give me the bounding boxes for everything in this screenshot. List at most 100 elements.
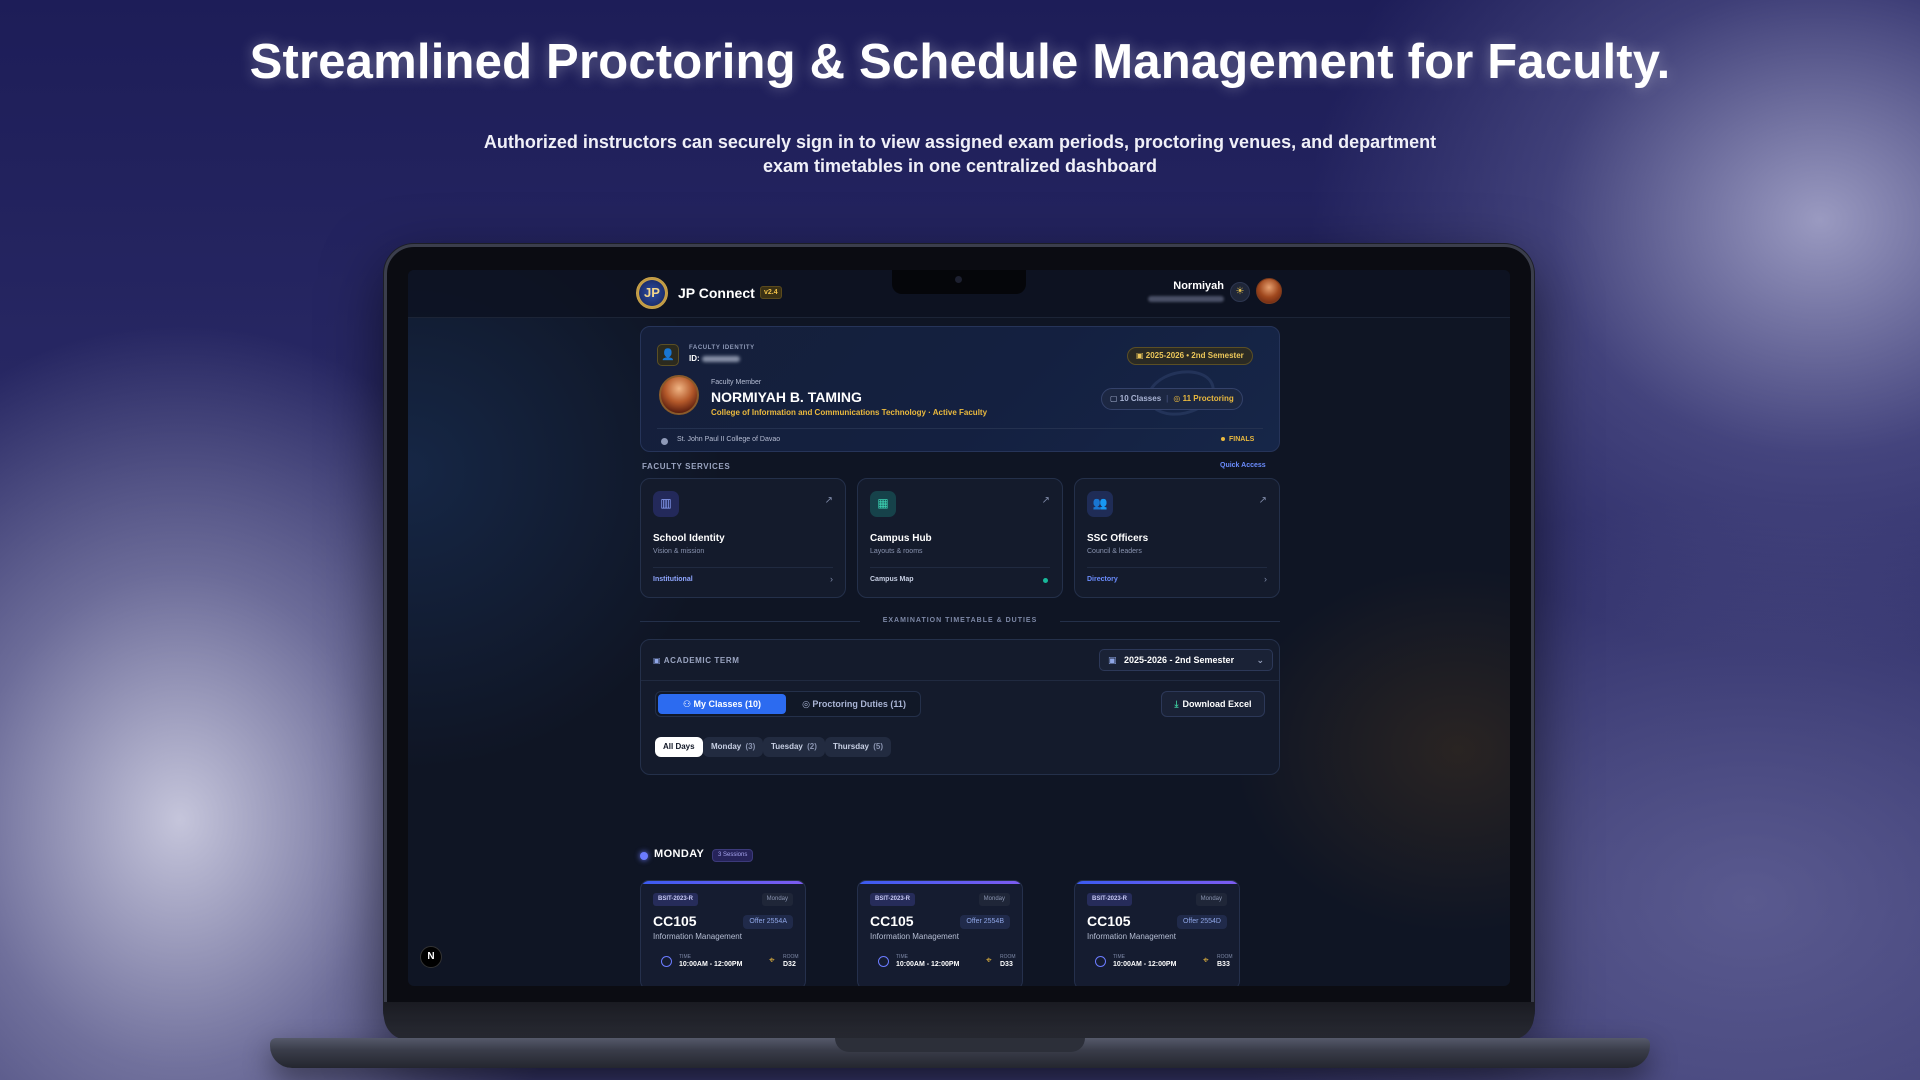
view-tabs: ⚇ My Classes (10) ◎ Proctoring Duties (1…	[655, 691, 921, 717]
divider	[653, 567, 833, 568]
academic-term-panel: ▣ ACADEMIC TERM ▣ 2025-2026 - 2nd Semest…	[640, 639, 1280, 775]
service-subtitle: Vision & mission	[653, 548, 705, 555]
clock-icon	[1095, 956, 1106, 967]
faculty-id-redacted	[701, 355, 740, 362]
exam-section-divider: EXAMINATION TIMETABLE & DUTIES	[640, 615, 1280, 629]
section-badge: BSIT-2023-R	[1087, 893, 1133, 906]
calendar-icon: ▣	[1136, 351, 1146, 360]
users-icon: 👥	[1087, 491, 1113, 517]
clock-icon	[661, 956, 672, 967]
service-card-school-identity[interactable]: ▥ ↗ School Identity Vision & mission Ins…	[640, 478, 846, 598]
room-value: D32	[783, 961, 796, 968]
room-value: D33	[1000, 961, 1013, 968]
course-code: CC105	[1087, 913, 1131, 929]
quick-access-link[interactable]: Quick Access	[1220, 462, 1266, 469]
role-label: Faculty Member	[711, 379, 762, 386]
classes-count: 10 Classes	[1119, 394, 1162, 403]
external-arrow-icon: ↗	[1041, 495, 1050, 506]
divider-line	[1060, 621, 1280, 622]
camera-icon	[955, 276, 962, 283]
external-arrow-icon: ↗	[1258, 495, 1267, 506]
service-title: SSC Officers	[1087, 533, 1149, 544]
service-title: School Identity	[653, 533, 725, 544]
day-badge: Monday	[1195, 893, 1227, 906]
time-value: 10:00AM - 12:00PM	[896, 961, 960, 968]
divider	[870, 567, 1050, 568]
faculty-department: College of Information and Communication…	[711, 408, 988, 417]
hero-subtitle: Authorized instructors can securely sign…	[483, 132, 1437, 176]
stats-badge: ▢ 10 Classes | ◎ 11 Proctoring	[1101, 388, 1243, 410]
chevron-right-icon: ›	[1264, 574, 1267, 584]
check-circle-icon: ◎	[802, 699, 813, 709]
user-avatar[interactable]	[1256, 278, 1282, 304]
day-filter-tuesday[interactable]: Tuesday (2)	[763, 737, 825, 757]
time-value: 10:00AM - 12:00PM	[679, 961, 743, 968]
room-label: ROOM	[783, 954, 799, 960]
day-badge: Monday	[978, 893, 1010, 906]
room-value: B33	[1217, 961, 1230, 968]
day-badge: Monday	[761, 893, 793, 906]
map-pin-icon: ⌖	[1203, 955, 1209, 966]
day-filter-thursday[interactable]: Thursday (5)	[825, 737, 892, 757]
identity-label: FACULTY IDENTITY	[689, 345, 755, 351]
day-filter-all[interactable]: All Days	[655, 737, 703, 757]
divider	[657, 428, 1263, 429]
service-link[interactable]: Campus Map	[870, 576, 914, 583]
services-heading: FACULTY SERVICES	[642, 462, 731, 471]
time-value: 10:00AM - 12:00PM	[1113, 961, 1177, 968]
chevron-right-icon: ›	[830, 574, 833, 584]
service-link[interactable]: Directory	[1087, 576, 1118, 583]
time-label: TIME	[896, 954, 908, 960]
room-label: ROOM	[1000, 954, 1016, 960]
school-icon	[661, 438, 668, 445]
map-pin-icon: ⌖	[986, 955, 992, 966]
tab-my-classes[interactable]: ⚇ My Classes (10)	[658, 694, 786, 714]
hero-title: Streamlined Proctoring & Schedule Manage…	[249, 35, 1671, 89]
term-select[interactable]: ▣ 2025-2026 - 2nd Semester ⌄	[1099, 649, 1273, 671]
service-card-campus-hub[interactable]: ▦ ↗ Campus Hub Layouts & rooms Campus Ma…	[857, 478, 1063, 598]
service-subtitle: Layouts & rooms	[870, 548, 923, 555]
check-circle-icon: ◎	[1173, 394, 1183, 403]
faculty-identity-card: 👤 FACULTY IDENTITY ID: ▣ 2025-2026 • 2nd…	[640, 326, 1280, 452]
tab-proctoring-duties[interactable]: ◎ Proctoring Duties (11)	[792, 694, 916, 714]
laptop-hinge-notch	[835, 1038, 1085, 1052]
course-code: CC105	[653, 913, 697, 929]
next-devtools-icon[interactable]: N	[420, 946, 442, 968]
calendar-icon: ▣	[653, 656, 664, 665]
user-check-icon: 👤	[657, 344, 679, 366]
faculty-id: ID:	[689, 354, 740, 363]
download-excel-button[interactable]: ⤓ Download Excel	[1161, 691, 1265, 717]
camera-notch	[892, 270, 1026, 294]
book-icon: ▥	[653, 491, 679, 517]
map-pin-icon: ⌖	[769, 955, 775, 966]
app-name[interactable]: JP Connect	[678, 285, 755, 301]
day-indicator-icon	[640, 852, 648, 860]
status-dot-icon	[1043, 578, 1048, 583]
section-badge: BSIT-2023-R	[870, 893, 916, 906]
offer-badge: Offer 2554D	[1176, 915, 1227, 929]
service-link[interactable]: Institutional	[653, 576, 693, 583]
day-heading: MONDAY	[654, 848, 705, 860]
day-filter-monday[interactable]: Monday (3)	[703, 737, 764, 757]
download-icon: ⤓	[1174, 699, 1179, 709]
class-card[interactable]: BSIT-2023-R Monday CC105 Offer 2554A Inf…	[640, 880, 806, 986]
card-accent-bar	[641, 881, 805, 884]
chevron-down-icon: ⌄	[1256, 655, 1264, 665]
school-logo-icon[interactable]: JP	[636, 277, 668, 309]
class-card[interactable]: BSIT-2023-R Monday CC105 Offer 2554D Inf…	[1074, 880, 1240, 986]
course-name: Information Management	[1087, 932, 1176, 941]
class-card[interactable]: BSIT-2023-R Monday CC105 Offer 2554B Inf…	[857, 880, 1023, 986]
room-label: ROOM	[1217, 954, 1233, 960]
proctoring-count: 11 Proctoring	[1182, 394, 1234, 403]
school-name: St. John Paul II College of Davao	[677, 436, 781, 443]
service-card-ssc-officers[interactable]: 👥 ↗ SSC Officers Council & leaders Direc…	[1074, 478, 1280, 598]
version-badge: v2.4	[760, 286, 782, 299]
service-title: Campus Hub	[870, 533, 932, 544]
calendar-icon: ▣	[1108, 655, 1117, 665]
divider	[641, 680, 1279, 681]
sun-icon[interactable]: ☀	[1230, 282, 1250, 302]
clock-icon	[878, 956, 889, 967]
term-badge: ▣ 2025-2026 • 2nd Semester	[1127, 347, 1253, 365]
time-label: TIME	[679, 954, 691, 960]
card-accent-bar	[1075, 881, 1239, 884]
